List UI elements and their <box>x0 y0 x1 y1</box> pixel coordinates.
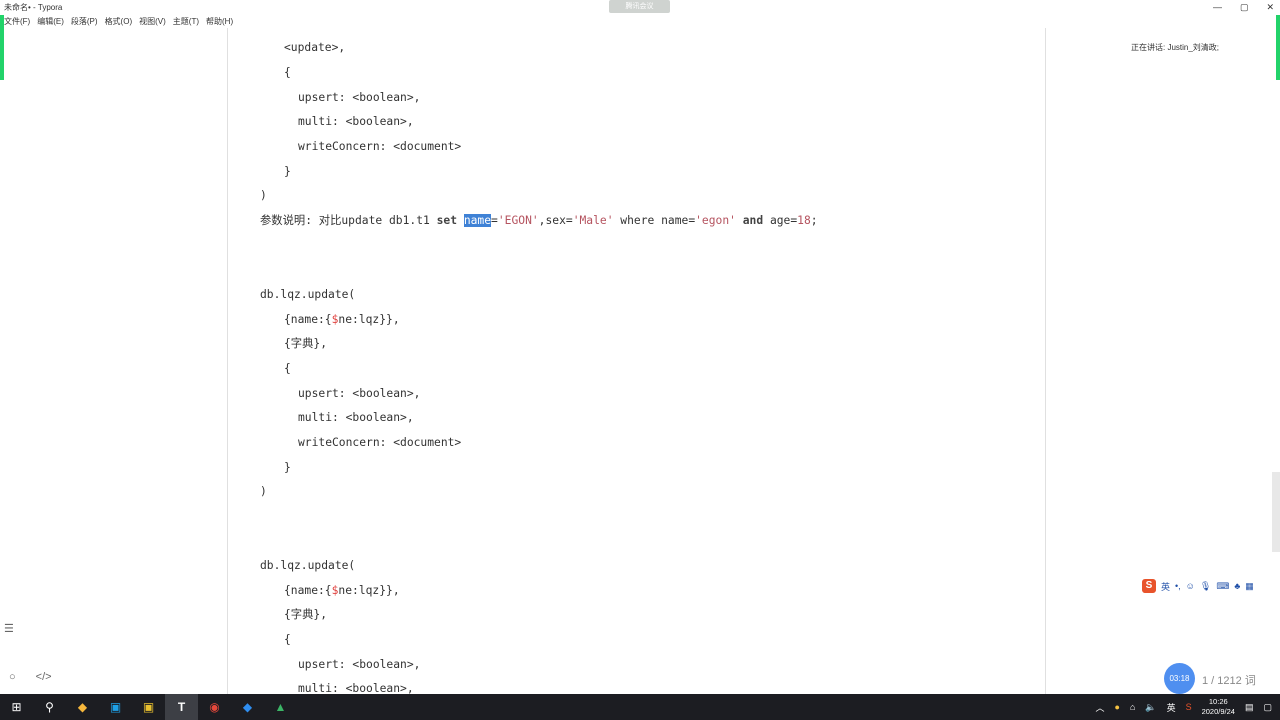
query-open: {name:{ <box>284 313 332 326</box>
code-line: multi: <boolean>, <box>298 115 414 128</box>
keyword-set: set <box>436 214 458 227</box>
code-line: upsert: <boolean>, <box>298 658 421 671</box>
query-rest: ne:lqz}}, <box>338 584 400 597</box>
typora-taskbar-icon[interactable]: T <box>165 694 198 720</box>
maximize-button[interactable]: ▢ <box>1240 0 1249 15</box>
search-icon[interactable]: ⚲ <box>33 694 66 720</box>
meeting-timer[interactable]: 03:18 <box>1164 663 1195 694</box>
note-eq: = <box>491 214 498 227</box>
menu-bar: 文件(F) 编辑(E) 段落(P) 格式(O) 视图(V) 主题(T) 帮助(H… <box>0 15 1280 28</box>
outline-toggle[interactable]: ☰ <box>4 622 14 635</box>
outline-icon[interactable]: ☰ <box>4 623 14 635</box>
code-line: writeConcern: <document> <box>298 140 462 153</box>
code-line: db.lqz.update( <box>260 559 356 572</box>
action-center-icon[interactable]: ▢ <box>1263 702 1272 713</box>
minimize-button[interactable]: — <box>1213 0 1222 15</box>
toolbox-icon[interactable]: ▦ <box>1245 581 1254 592</box>
string-literal: 'EGON' <box>497 214 539 227</box>
menu-paragraph[interactable]: 段落(P) <box>71 15 98 28</box>
window-title: 未命名• - Typora <box>4 3 63 12</box>
selected-text: name <box>463 214 492 227</box>
volume-icon[interactable]: 🔈 <box>1145 702 1156 713</box>
code-line: ) <box>260 189 267 202</box>
microphone-icon[interactable]: 🎙 <box>1200 581 1211 592</box>
chrome-icon[interactable]: ◉ <box>198 694 231 720</box>
document-border-right <box>1045 28 1046 694</box>
code-line: multi: <boolean>, <box>298 411 414 424</box>
code-line: {字典}, <box>284 608 327 621</box>
window-controls: — ▢ ✕ <box>1213 0 1274 15</box>
code-line: db.lqz.update( <box>260 288 356 301</box>
ime-language[interactable]: 英 <box>1161 580 1170 593</box>
emoji-icon[interactable]: ☺ <box>1186 581 1195 591</box>
clock-time: 10:26 <box>1208 697 1228 706</box>
source-code-icon[interactable]: </> <box>36 671 52 683</box>
code-line: } <box>284 461 291 474</box>
scrollbar-thumb[interactable] <box>1272 472 1280 552</box>
focus-mode-icon[interactable]: ○ <box>9 671 16 683</box>
menu-edit[interactable]: 编辑(E) <box>37 15 64 28</box>
menu-format[interactable]: 格式(O) <box>105 15 133 28</box>
sogou-tray-icon[interactable]: S <box>1186 702 1192 712</box>
code-line: } <box>284 165 291 178</box>
windows-start-icon[interactable]: ⊞ <box>0 694 33 720</box>
code-line: { <box>284 66 291 79</box>
code-line: ) <box>260 485 267 498</box>
query-open: {name:{ <box>284 584 332 597</box>
code-line: {字典}, <box>284 337 327 350</box>
note-line: 参数说明: 对比update db1.t1 set name='EGON',se… <box>260 213 818 229</box>
app-icon-pycharm[interactable]: ▲ <box>264 694 297 720</box>
code-line: upsert: <boolean>, <box>298 387 421 400</box>
skin-icon[interactable]: ♣ <box>1234 581 1240 591</box>
code-line: upsert: <boolean>, <box>298 91 421 104</box>
app-icon-yellow[interactable]: ▣ <box>132 694 165 720</box>
notification-icon[interactable]: ▤ <box>1245 702 1254 713</box>
system-tray: ︿ ● ⌂ 🔈 英 S 10:26 2020/9/24 ▤ ▢ <box>1095 694 1280 720</box>
number-literal: 18 <box>797 214 811 227</box>
code-line: {name:{$ne:lqz}}, <box>284 312 400 328</box>
note-prefix: 参数说明: 对比update db1.t1 <box>260 214 437 227</box>
string-literal: 'Male' <box>572 214 614 227</box>
menu-theme[interactable]: 主题(T) <box>173 15 199 28</box>
clock[interactable]: 10:26 2020/9/24 <box>1202 697 1235 717</box>
query-rest: ne:lqz}}, <box>338 313 400 326</box>
app-icon-blue[interactable]: ▣ <box>99 694 132 720</box>
sogou-logo-icon: S <box>1142 579 1156 593</box>
code-line: writeConcern: <document> <box>298 436 462 449</box>
code-line: <update>, <box>284 41 346 54</box>
note-mid: ,sex= <box>538 214 573 227</box>
tray-ime-language[interactable]: 英 <box>1167 701 1176 714</box>
menu-help[interactable]: 帮助(H) <box>206 15 233 28</box>
meeting-indicator[interactable]: 腾讯会议 <box>609 0 670 13</box>
string-literal: 'egon' <box>695 214 736 227</box>
note-end: ; <box>810 214 818 227</box>
punctuation-icon[interactable]: •, <box>1175 581 1181 591</box>
app-icon-colorful[interactable]: ◆ <box>66 694 99 720</box>
code-line: {name:{$ne:lqz}}, <box>284 583 400 599</box>
wechat-tray-icon[interactable]: ● <box>1114 702 1119 712</box>
title-bar: 未命名• - Typora 腾讯会议 — ▢ ✕ <box>0 0 1280 15</box>
note-where: where name= <box>613 214 696 227</box>
network-icon[interactable]: ⌂ <box>1130 702 1135 712</box>
tray-expand-icon[interactable]: ︿ <box>1095 701 1104 714</box>
menu-view[interactable]: 视图(V) <box>139 15 166 28</box>
document-border-left <box>227 28 228 694</box>
word-count[interactable]: 1 / 1212 词 <box>1202 672 1256 688</box>
close-button[interactable]: ✕ <box>1266 0 1274 15</box>
keyboard-icon[interactable]: ⌨ <box>1216 581 1229 592</box>
menu-file[interactable]: 文件(F) <box>4 15 30 28</box>
keyword-and: and <box>742 214 764 227</box>
taskbar: ⊞ ⚲ ◆ ▣ ▣ T ◉ ◆ ▲ ︿ ● ⌂ 🔈 英 S 10:26 2020… <box>0 694 1280 720</box>
clock-date: 2020/9/24 <box>1201 707 1235 716</box>
bottom-toolbar: ○ </> <box>9 671 52 683</box>
note-age: age= <box>763 214 798 227</box>
code-line: { <box>284 633 291 646</box>
code-line: { <box>284 362 291 375</box>
speaking-indicator: 正在讲话: Justin_刘清政; <box>1131 43 1220 52</box>
app-icon-video[interactable]: ◆ <box>231 694 264 720</box>
ime-toolbar[interactable]: S 英 •, ☺ 🎙 ⌨ ♣ ▦ <box>1142 578 1280 594</box>
